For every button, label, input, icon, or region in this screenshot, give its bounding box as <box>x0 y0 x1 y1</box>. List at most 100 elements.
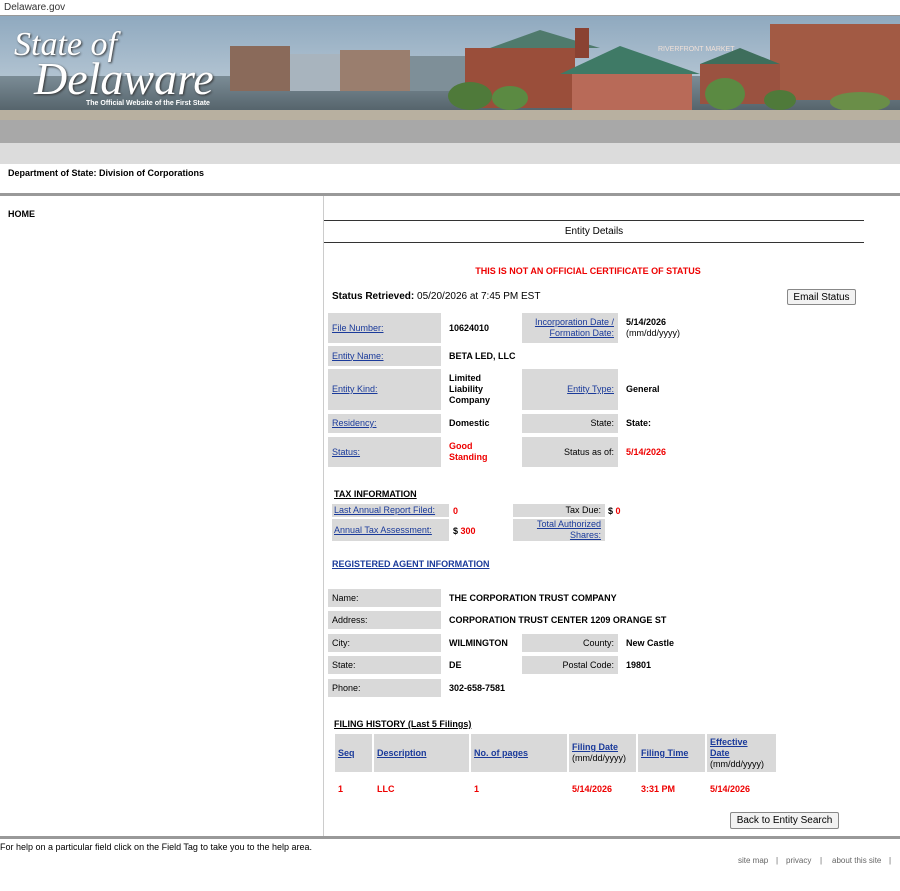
incorporation-date-link-2[interactable]: Formation Date: <box>549 328 614 339</box>
agent-phone-value: 302-658-7581 <box>449 682 506 693</box>
col-filing-time-header: Filing Time <box>638 734 705 772</box>
tax-due-amount: 0 <box>615 506 621 516</box>
tax-due-value: $ 0 <box>608 506 621 517</box>
file-number-link[interactable]: File Number: <box>332 323 384 334</box>
back-to-entity-search-button[interactable]: Back to Entity Search <box>730 812 839 829</box>
file-number-label-cell: File Number: <box>328 313 441 343</box>
agent-address-label: Address: <box>328 611 441 629</box>
agent-state-label: State: <box>328 656 441 674</box>
entity-kind-label-cell: Entity Kind: <box>328 369 441 410</box>
entity-name-label-cell: Entity Name: <box>328 346 441 366</box>
col-filing-date-link[interactable]: Filing Date <box>572 742 636 753</box>
entity-name-link[interactable]: Entity Name: <box>332 351 384 362</box>
entity-kind-value: Limited Liability Company <box>449 373 491 405</box>
entity-type-value: General <box>626 384 660 394</box>
agent-postal-label: Postal Code: <box>522 656 618 674</box>
state-value: State: <box>626 418 652 428</box>
annual-assessment-currency: $ <box>453 526 459 536</box>
tax-due-label-cell: Tax Due: <box>513 504 605 517</box>
status-value: Good Standing <box>449 441 488 462</box>
annual-assessment-value: $ 300 <box>453 526 476 537</box>
annual-assessment-amount: 300 <box>460 526 476 536</box>
status-as-of-label-cell: Status as of: <box>522 437 618 467</box>
banner-light-bar <box>0 143 900 164</box>
last-report-value: 0 <box>453 506 459 516</box>
agent-city-label: City: <box>328 634 441 652</box>
annual-assessment-link[interactable]: Annual Tax Assessment: <box>334 525 432 536</box>
state-label-cell: State: <box>522 414 618 433</box>
row-filing-time: 3:31 PM <box>641 784 676 794</box>
banner: RIVERFRONT MARKET State of Delaware The … <box>0 16 900 120</box>
sidebar-divider <box>323 196 324 836</box>
agent-address-value: CORPORATION TRUST CENTER 1209 ORANGE ST <box>449 614 667 625</box>
title-rule-bottom <box>324 242 864 243</box>
tax-due-currency: $ <box>608 506 614 516</box>
col-filing-time-link[interactable]: Filing Time <box>641 748 705 759</box>
last-report-link[interactable]: Last Annual Report Filed: <box>334 505 435 516</box>
footer-privacy-link[interactable]: privacy <box>786 856 811 865</box>
col-effective-date-link-1[interactable]: Effective <box>710 737 776 748</box>
email-status-button[interactable]: Email Status <box>787 289 856 305</box>
residency-link[interactable]: Residency: <box>332 418 377 429</box>
agent-county-label: County: <box>522 634 618 652</box>
incorporation-date-label-cell: Incorporation Date / Formation Date: <box>522 313 618 343</box>
row-effective-date: 5/14/2026 <box>710 784 751 794</box>
incorporation-date-link-1[interactable]: Incorporation Date / <box>535 317 614 328</box>
col-effective-date-header: Effective Date (mm/dd/yyyy) <box>707 734 776 772</box>
total-shares-link-1[interactable]: Total Authorized <box>537 519 601 530</box>
entity-name-value: BETA LED, LLC <box>449 350 516 361</box>
department-title: Department of State: Division of Corpora… <box>8 168 205 178</box>
residency-value: Domestic <box>449 418 490 428</box>
entity-kind-link[interactable]: Entity Kind: <box>332 384 378 395</box>
banner-gray-bar <box>0 120 900 143</box>
col-pages-header: No. of pages <box>471 734 567 772</box>
file-number-value: 10624010 <box>449 322 490 333</box>
agent-state-value: DE <box>449 659 462 670</box>
agent-name-label: Name: <box>328 589 441 607</box>
entity-type-label-cell: Entity Type: <box>522 369 618 410</box>
logo-line-2: Delaware <box>34 53 214 104</box>
col-seq-header: Seq <box>335 734 372 772</box>
status-retrieved-label: Status Retrieved: <box>332 291 415 302</box>
registered-agent-heading[interactable]: REGISTERED AGENT INFORMATION <box>332 559 490 569</box>
not-official-notice: THIS IS NOT AN OFFICIAL CERTIFICATE OF S… <box>475 266 701 276</box>
incorporation-date-value: 5/14/2026 (mm/dd/yyyy) <box>626 317 746 339</box>
row-seq: 1 <box>338 784 344 794</box>
footer-separator-3: | <box>889 856 892 865</box>
footer-separator-1: | <box>776 856 779 865</box>
col-filing-date-format: (mm/dd/yyyy) <box>572 753 626 763</box>
logo-tagline: The Official Website of the First State <box>86 100 210 107</box>
annual-assessment-label-cell: Annual Tax Assessment: <box>332 519 449 541</box>
col-effective-date-link-2[interactable]: Date <box>710 748 776 759</box>
agent-postal-value: 19801 <box>626 659 652 670</box>
col-description-link[interactable]: Description <box>377 748 469 759</box>
footer-separator <box>0 836 900 839</box>
nav-home-link[interactable]: HOME <box>8 209 35 219</box>
agent-phone-label: Phone: <box>328 679 441 697</box>
agent-name-value: THE CORPORATION TRUST COMPANY <box>449 592 617 603</box>
footer-about-link[interactable]: about this site <box>832 856 881 865</box>
status-link[interactable]: Status: <box>332 447 360 458</box>
status-as-of-value: 5/14/2026 <box>626 446 667 457</box>
status-retrieved-value: 05/20/2026 at 7:45 PM EST <box>417 291 541 302</box>
col-effective-date-format: (mm/dd/yyyy) <box>710 758 764 769</box>
agent-city-value: WILMINGTON <box>449 637 508 648</box>
footer-separator-2: | <box>820 856 823 865</box>
col-seq-link[interactable]: Seq <box>338 748 372 759</box>
entity-details-title: Entity Details <box>564 226 624 237</box>
delaware-gov-link[interactable]: Delaware.gov <box>4 2 65 13</box>
filing-history-heading: FILING HISTORY (Last 5 Filings) <box>334 719 472 729</box>
incorporation-date-format: (mm/dd/yyyy) <box>626 328 680 338</box>
riverfront-market-sign: RIVERFRONT MARKET <box>658 46 735 53</box>
col-pages-link[interactable]: No. of pages <box>474 748 567 759</box>
status-retrieved: Status Retrieved: 05/20/2026 at 7:45 PM … <box>332 291 540 302</box>
total-shares-link-2[interactable]: Shares: <box>570 530 601 541</box>
row-pages: 1 <box>474 784 480 794</box>
top-bar: Delaware.gov <box>0 0 900 16</box>
footer-site-map-link[interactable]: site map <box>738 856 768 865</box>
help-text: For help on a particular field click on … <box>0 842 313 852</box>
title-rule-top <box>324 220 864 221</box>
total-shares-label-cell: Total Authorized Shares: <box>513 519 605 541</box>
agent-county-value: New Castle <box>626 637 675 648</box>
entity-type-link[interactable]: Entity Type: <box>567 384 614 395</box>
